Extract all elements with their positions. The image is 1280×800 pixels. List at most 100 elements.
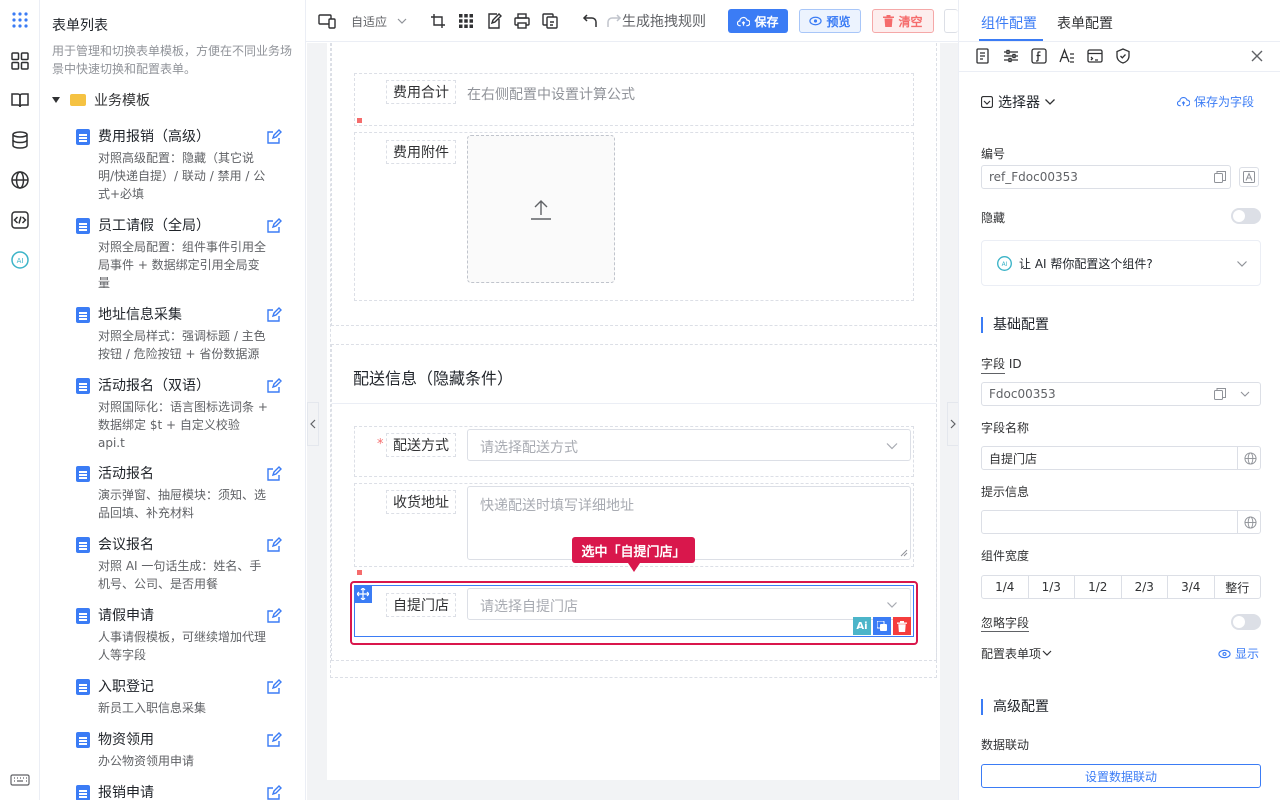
window-code-icon[interactable] [1087, 48, 1103, 64]
text-format-icon[interactable] [1239, 167, 1259, 187]
ai-config-button[interactable]: Ai [853, 617, 871, 635]
print-icon[interactable] [514, 12, 530, 30]
more-button[interactable] [944, 9, 958, 33]
component-type-label: 选择器 [998, 95, 1040, 111]
chevron-down-icon [887, 602, 897, 608]
template-group[interactable]: 业务模板 [52, 90, 150, 110]
chevron-left-icon [310, 419, 316, 429]
edit-doc-icon[interactable] [486, 12, 502, 30]
form-item-config[interactable]: 配置表单项 [981, 645, 1052, 662]
collapse-left-handle[interactable] [307, 402, 319, 446]
component-type-select[interactable]: 选择器 [981, 92, 1056, 112]
edit-icon[interactable] [266, 679, 282, 695]
data-linkage-label: 数据联动 [981, 738, 1030, 752]
edit-icon[interactable] [266, 466, 282, 482]
select-icon [981, 96, 993, 108]
save-button[interactable]: 保存 [728, 9, 788, 33]
components-icon[interactable] [10, 51, 30, 71]
fee-total-field[interactable]: 费用合计 在右侧配置中设置计算公式 [354, 73, 914, 126]
undo-icon[interactable] [582, 12, 598, 30]
ai-config-prompt[interactable]: AI 让 AI 帮你配置这个组件? [981, 240, 1261, 286]
crop-icon[interactable] [430, 12, 446, 30]
copy-button[interactable] [873, 617, 891, 635]
upload-box[interactable] [467, 135, 615, 283]
preview-button[interactable]: 预览 [799, 9, 861, 33]
function-icon[interactable] [1031, 48, 1047, 64]
width-option[interactable]: 整行 [1215, 576, 1261, 598]
edit-icon[interactable] [266, 537, 282, 553]
field-name-input[interactable]: 自提门店 [981, 446, 1261, 470]
show-label: 显示 [1235, 647, 1260, 661]
delete-button[interactable] [893, 617, 911, 635]
book-icon[interactable] [10, 90, 30, 110]
generate-drag-rule-button[interactable]: 生成拖拽规则 [606, 12, 706, 30]
template-list-panel: 表单列表 用于管理和切换表单模板，方便在不同业务场景中快速切换和配置表单。 业务… [40, 0, 306, 800]
drag-handle[interactable] [354, 585, 372, 603]
delivery-method-select[interactable]: 请选择配送方式 [467, 429, 911, 461]
template-item-name: 报销申请 [98, 785, 154, 800]
form-props-icon[interactable] [975, 48, 991, 64]
hint-label: 提示信息 [981, 485, 1030, 499]
close-icon[interactable] [1251, 50, 1263, 62]
ignore-field-toggle[interactable] [1231, 614, 1261, 630]
database-icon[interactable] [10, 130, 30, 150]
width-selector: 1/4 1/3 1/2 2/3 3/4 整行 [981, 575, 1261, 599]
fee-attachment-field[interactable]: 费用附件 [354, 132, 914, 301]
chevron-down-icon[interactable] [1240, 391, 1250, 398]
width-option[interactable]: 1/4 [982, 576, 1029, 598]
width-option[interactable]: 2/3 [1122, 576, 1168, 598]
adapt-select[interactable]: 自适应 [351, 12, 407, 30]
designer-toolbar: 自适应 生成拖拽规则 保存 预览 清空 [306, 0, 958, 42]
edit-icon[interactable] [266, 129, 282, 145]
clear-button[interactable]: 清空 [872, 9, 934, 33]
address-placeholder: 快递配送时填写详细地址 [480, 498, 634, 514]
show-toggle-button[interactable]: 显示 [1218, 645, 1259, 662]
copy-icon[interactable] [1214, 171, 1226, 183]
hidden-label: 隐藏 [981, 211, 1006, 225]
globe-icon[interactable] [1237, 510, 1262, 534]
hint-input[interactable] [981, 510, 1261, 534]
ai-icon[interactable]: AI [10, 250, 30, 270]
tab-form-config[interactable]: 表单配置 [1057, 13, 1113, 33]
hidden-toggle[interactable] [1231, 208, 1261, 224]
pickup-store-field[interactable]: 自提门店 请选择自提门店 Ai [354, 585, 914, 637]
width-option[interactable]: 1/2 [1075, 576, 1122, 598]
field-id-input[interactable]: Fdoc00353 [981, 382, 1261, 406]
edit-icon[interactable] [266, 785, 282, 800]
edit-icon[interactable] [266, 307, 282, 323]
device-icon[interactable] [318, 12, 336, 30]
delivery-method-field[interactable]: * 配送方式 请选择配送方式 [354, 426, 914, 477]
template-item-name: 活动报名 [98, 466, 154, 482]
edit-icon[interactable] [266, 608, 282, 624]
code-icon[interactable] [10, 210, 30, 230]
globe-icon[interactable] [10, 170, 30, 190]
pickup-store-select[interactable]: 请选择自提门店 [467, 588, 911, 620]
tab-component-config[interactable]: 组件配置 [981, 13, 1037, 33]
required-marker [357, 118, 362, 123]
delivery-method-placeholder: 请选择配送方式 [480, 440, 578, 456]
edit-icon[interactable] [266, 732, 282, 748]
eye-icon [1218, 649, 1231, 658]
globe-icon[interactable] [1237, 446, 1262, 470]
template-item-name: 费用报销（高级） [98, 129, 210, 145]
sliders-icon[interactable] [1003, 48, 1019, 64]
keyboard-icon[interactable] [10, 770, 30, 790]
save-button-label: 保存 [754, 14, 779, 29]
set-data-linkage-button[interactable]: 设置数据联动 [981, 764, 1261, 788]
width-option[interactable]: 3/4 [1168, 576, 1215, 598]
adapt-select-value: 自适应 [351, 14, 388, 29]
copy-doc-icon[interactable] [542, 12, 558, 30]
fee-total-label: 费用合计 [386, 80, 456, 104]
edit-icon[interactable] [266, 378, 282, 394]
template-item-name: 活动报名（双语） [98, 378, 210, 394]
edit-icon[interactable] [266, 218, 282, 234]
id-input[interactable]: ref_Fdoc00353 [981, 165, 1231, 189]
resize-handle-icon[interactable] [900, 549, 908, 557]
text-style-icon[interactable] [1059, 48, 1075, 64]
shield-icon[interactable] [1115, 48, 1131, 64]
copy-icon[interactable] [1214, 388, 1226, 400]
apps-grid-icon[interactable] [10, 10, 30, 30]
grid-icon[interactable] [458, 12, 474, 30]
save-as-field-button[interactable]: 保存为字段 [1177, 93, 1254, 110]
width-option[interactable]: 1/3 [1029, 576, 1075, 598]
